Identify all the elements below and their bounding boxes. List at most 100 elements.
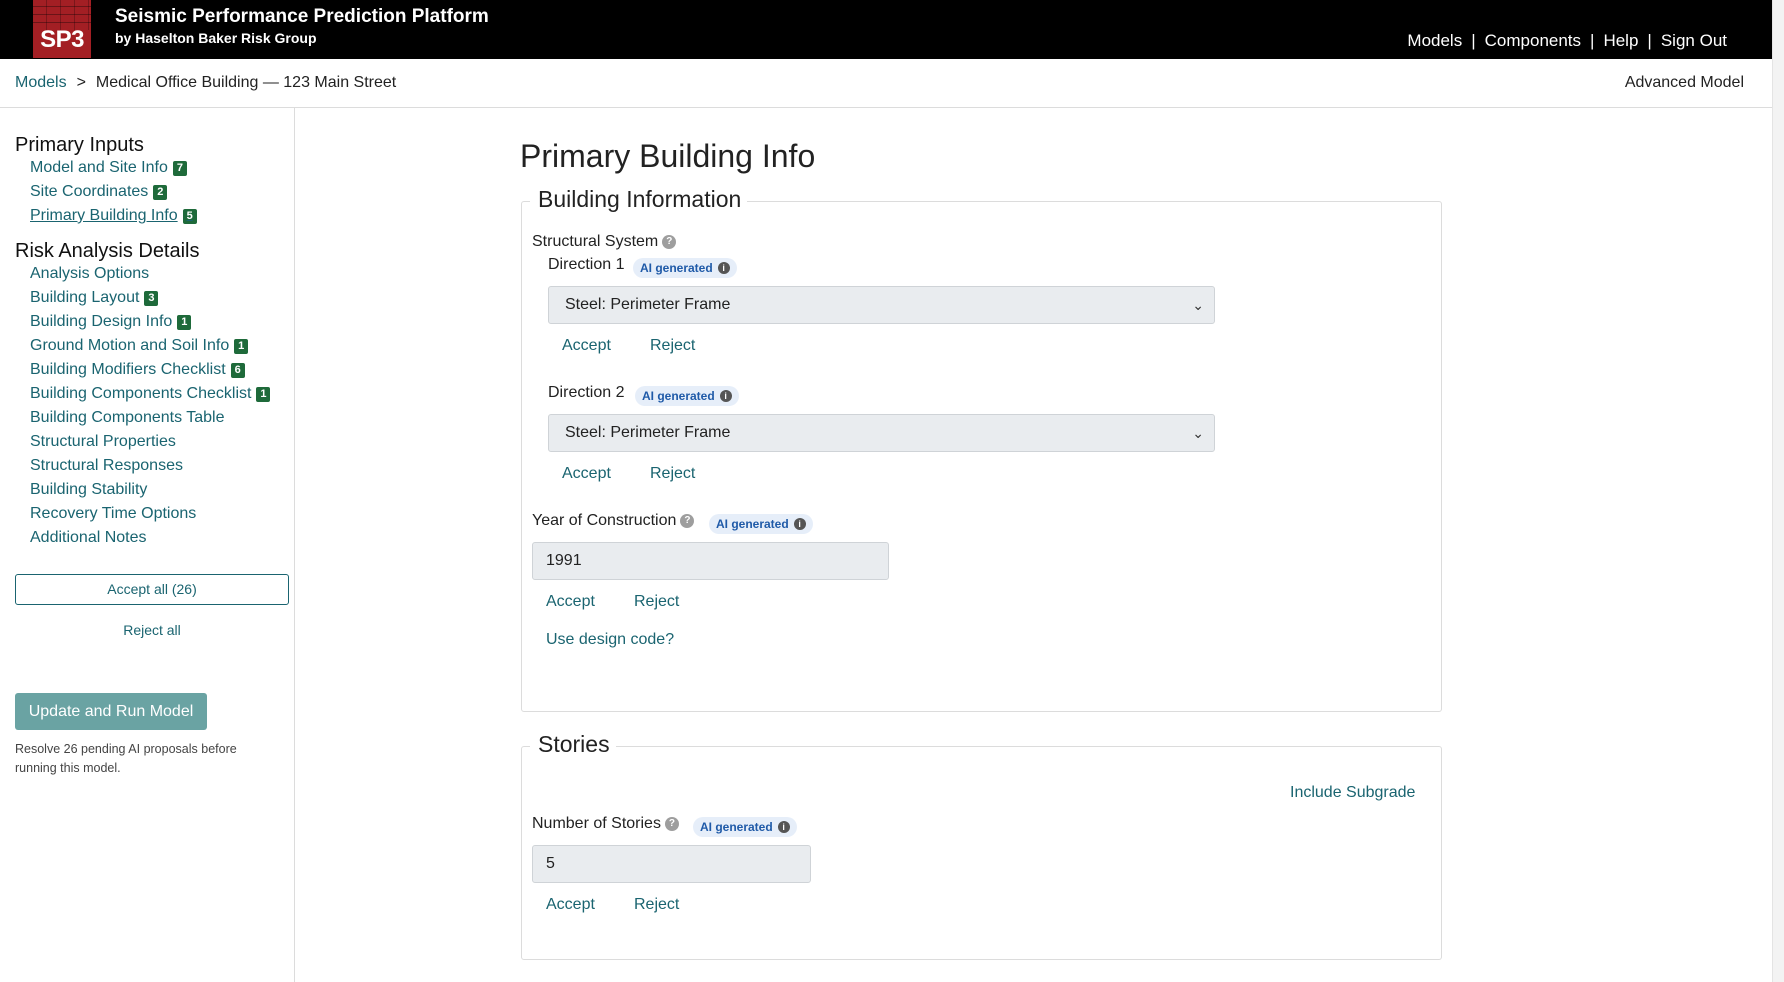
sidebar-item-label: Building Layout bbox=[30, 289, 140, 306]
sidebar-heading-primary-inputs: Primary Inputs bbox=[15, 134, 144, 156]
direction-2-label: Direction 2 bbox=[548, 384, 625, 401]
direction-1-label: Direction 1 bbox=[548, 256, 625, 273]
sidebar-heading-risk-analysis: Risk Analysis Details bbox=[15, 240, 200, 262]
sidebar-item-building-layout[interactable]: Building Layout 3 bbox=[30, 289, 159, 307]
ai-generated-label: AI generated bbox=[640, 261, 713, 275]
sidebar-item-label: Additional Notes bbox=[30, 529, 147, 546]
nav-separator: | bbox=[1471, 31, 1476, 50]
breadcrumb-models-link[interactable]: Models bbox=[15, 74, 67, 92]
sidebar-item-ground-motion-soil-info[interactable]: Ground Motion and Soil Info 1 bbox=[30, 337, 249, 355]
sidebar-item-label: Model and Site Info bbox=[30, 159, 168, 176]
sidebar-item-label: Analysis Options bbox=[30, 265, 150, 282]
sidebar-item-label: Building Design Info bbox=[30, 313, 173, 330]
sidebar-item-label: Structural Properties bbox=[30, 433, 176, 450]
number-of-stories-label: Number of Stories? bbox=[532, 815, 679, 833]
top-nav: Models | Components | Help | Sign Out bbox=[1407, 31, 1727, 51]
sidebar-item-additional-notes[interactable]: Additional Notes bbox=[30, 529, 147, 547]
direction-1-select[interactable]: Steel: Perimeter Frame ⌄ bbox=[548, 286, 1215, 324]
ai-generated-label: AI generated bbox=[642, 389, 715, 403]
sidebar-item-recovery-time-options[interactable]: Recovery Time Options bbox=[30, 505, 196, 523]
app-title: Seismic Performance Prediction Platform bbox=[115, 6, 489, 27]
year-of-construction-input[interactable]: 1991 bbox=[532, 542, 889, 580]
reject-all-link[interactable]: Reject all bbox=[15, 622, 289, 638]
stories-fieldset: Stories Include Subgrade Number of Stori… bbox=[521, 731, 1442, 960]
sidebar-item-building-stability[interactable]: Building Stability bbox=[30, 481, 147, 499]
info-icon[interactable]: i bbox=[717, 262, 730, 274]
nav-models[interactable]: Models bbox=[1407, 31, 1462, 51]
sidebar-item-label: Ground Motion and Soil Info bbox=[30, 337, 230, 354]
pending-count-badge: 3 bbox=[144, 290, 159, 306]
ai-generated-label: AI generated bbox=[700, 820, 773, 834]
pending-count-badge: 1 bbox=[234, 338, 249, 354]
building-information-fieldset: Building Information Structural System? … bbox=[521, 186, 1442, 712]
sidebar-item-building-components-table[interactable]: Building Components Table bbox=[30, 409, 225, 427]
nav-sign-out[interactable]: Sign Out bbox=[1661, 31, 1727, 51]
accept-direction-1-link[interactable]: Accept bbox=[562, 337, 611, 355]
accept-all-button[interactable]: Accept all (26) bbox=[15, 574, 289, 605]
sidebar-item-label: Building Stability bbox=[30, 481, 148, 498]
sidebar-item-label: Building Modifiers Checklist bbox=[30, 361, 226, 378]
breadcrumb: Models > Medical Office Building — 123 M… bbox=[15, 74, 396, 92]
sidebar: Primary Inputs Model and Site Info 7 Sit… bbox=[0, 108, 295, 982]
help-icon[interactable]: ? bbox=[680, 513, 695, 528]
sidebar-item-label: Primary Building Info bbox=[30, 207, 178, 224]
direction-2-select[interactable]: Steel: Perimeter Frame ⌄ bbox=[548, 414, 1215, 452]
sidebar-item-analysis-options[interactable]: Analysis Options bbox=[30, 265, 149, 283]
info-icon[interactable]: i bbox=[719, 390, 732, 402]
year-of-construction-label: Year of Construction? bbox=[532, 512, 695, 530]
reject-stories-link[interactable]: Reject bbox=[634, 896, 679, 914]
app-subtitle: by Haselton Baker Risk Group bbox=[115, 30, 317, 46]
top-bar: SP3 Seismic Performance Prediction Platf… bbox=[0, 0, 1772, 59]
structural-system-label: Structural System? bbox=[532, 233, 677, 251]
accept-direction-2-link[interactable]: Accept bbox=[562, 465, 611, 483]
accept-stories-link[interactable]: Accept bbox=[546, 896, 595, 914]
direction-2-value: Steel: Perimeter Frame bbox=[565, 424, 731, 441]
number-of-stories-input[interactable]: 5 bbox=[532, 845, 811, 883]
pending-count-badge: 6 bbox=[230, 362, 245, 378]
sidebar-item-label: Building Components Checklist bbox=[30, 385, 252, 402]
breadcrumb-current: Medical Office Building — 123 Main Stree… bbox=[95, 74, 397, 91]
sidebar-item-building-components-checklist[interactable]: Building Components Checklist 1 bbox=[30, 385, 271, 403]
reject-direction-1-link[interactable]: Reject bbox=[650, 337, 695, 355]
sidebar-item-label: Recovery Time Options bbox=[30, 505, 197, 522]
help-icon[interactable]: ? bbox=[664, 816, 679, 831]
pending-count-badge: 5 bbox=[182, 208, 197, 224]
pending-count-badge: 7 bbox=[172, 160, 187, 176]
info-icon[interactable]: i bbox=[793, 518, 806, 530]
include-subgrade-link[interactable]: Include Subgrade bbox=[1290, 784, 1415, 802]
pending-count-badge: 1 bbox=[256, 386, 271, 402]
sidebar-item-primary-building-info[interactable]: Primary Building Info 5 bbox=[30, 207, 197, 225]
sidebar-item-label: Structural Responses bbox=[30, 457, 183, 474]
structural-system-label-text: Structural System bbox=[532, 233, 659, 250]
pending-count-badge: 1 bbox=[177, 314, 192, 330]
breadcrumb-bar: Models > Medical Office Building — 123 M… bbox=[0, 59, 1772, 108]
logo-text: SP3 bbox=[40, 26, 84, 53]
advanced-model-toggle[interactable]: Advanced Model bbox=[1625, 74, 1744, 92]
sidebar-item-structural-properties[interactable]: Structural Properties bbox=[30, 433, 176, 451]
sidebar-item-building-design-info[interactable]: Building Design Info 1 bbox=[30, 313, 192, 331]
sidebar-item-building-modifiers-checklist[interactable]: Building Modifiers Checklist 6 bbox=[30, 361, 245, 379]
ai-generated-badge: AI generated i bbox=[709, 514, 813, 534]
reject-year-link[interactable]: Reject bbox=[634, 593, 679, 611]
ai-generated-label: AI generated bbox=[716, 517, 789, 531]
chevron-down-icon: ⌄ bbox=[1192, 297, 1204, 313]
use-design-code-link[interactable]: Use design code? bbox=[546, 631, 674, 649]
accept-year-link[interactable]: Accept bbox=[546, 593, 595, 611]
page-title: Primary Building Info bbox=[520, 138, 816, 174]
ai-generated-badge: AI generated i bbox=[635, 386, 739, 406]
ai-generated-badge: AI generated i bbox=[633, 258, 737, 278]
nav-separator: | bbox=[1647, 31, 1652, 50]
sidebar-item-label: Site Coordinates bbox=[30, 183, 149, 200]
page-scrollbar[interactable] bbox=[1772, 0, 1784, 982]
nav-help[interactable]: Help bbox=[1603, 31, 1638, 51]
nav-components[interactable]: Components bbox=[1485, 31, 1581, 51]
reject-direction-2-link[interactable]: Reject bbox=[650, 465, 695, 483]
update-and-run-button[interactable]: Update and Run Model bbox=[15, 693, 207, 730]
direction-1-value: Steel: Perimeter Frame bbox=[565, 296, 731, 313]
sidebar-item-structural-responses[interactable]: Structural Responses bbox=[30, 457, 183, 475]
sp3-logo[interactable]: SP3 bbox=[33, 0, 91, 58]
info-icon[interactable]: i bbox=[777, 821, 790, 833]
sidebar-item-model-site-info[interactable]: Model and Site Info 7 bbox=[30, 159, 187, 177]
help-icon[interactable]: ? bbox=[662, 234, 677, 249]
sidebar-item-site-coordinates[interactable]: Site Coordinates 2 bbox=[30, 183, 168, 201]
